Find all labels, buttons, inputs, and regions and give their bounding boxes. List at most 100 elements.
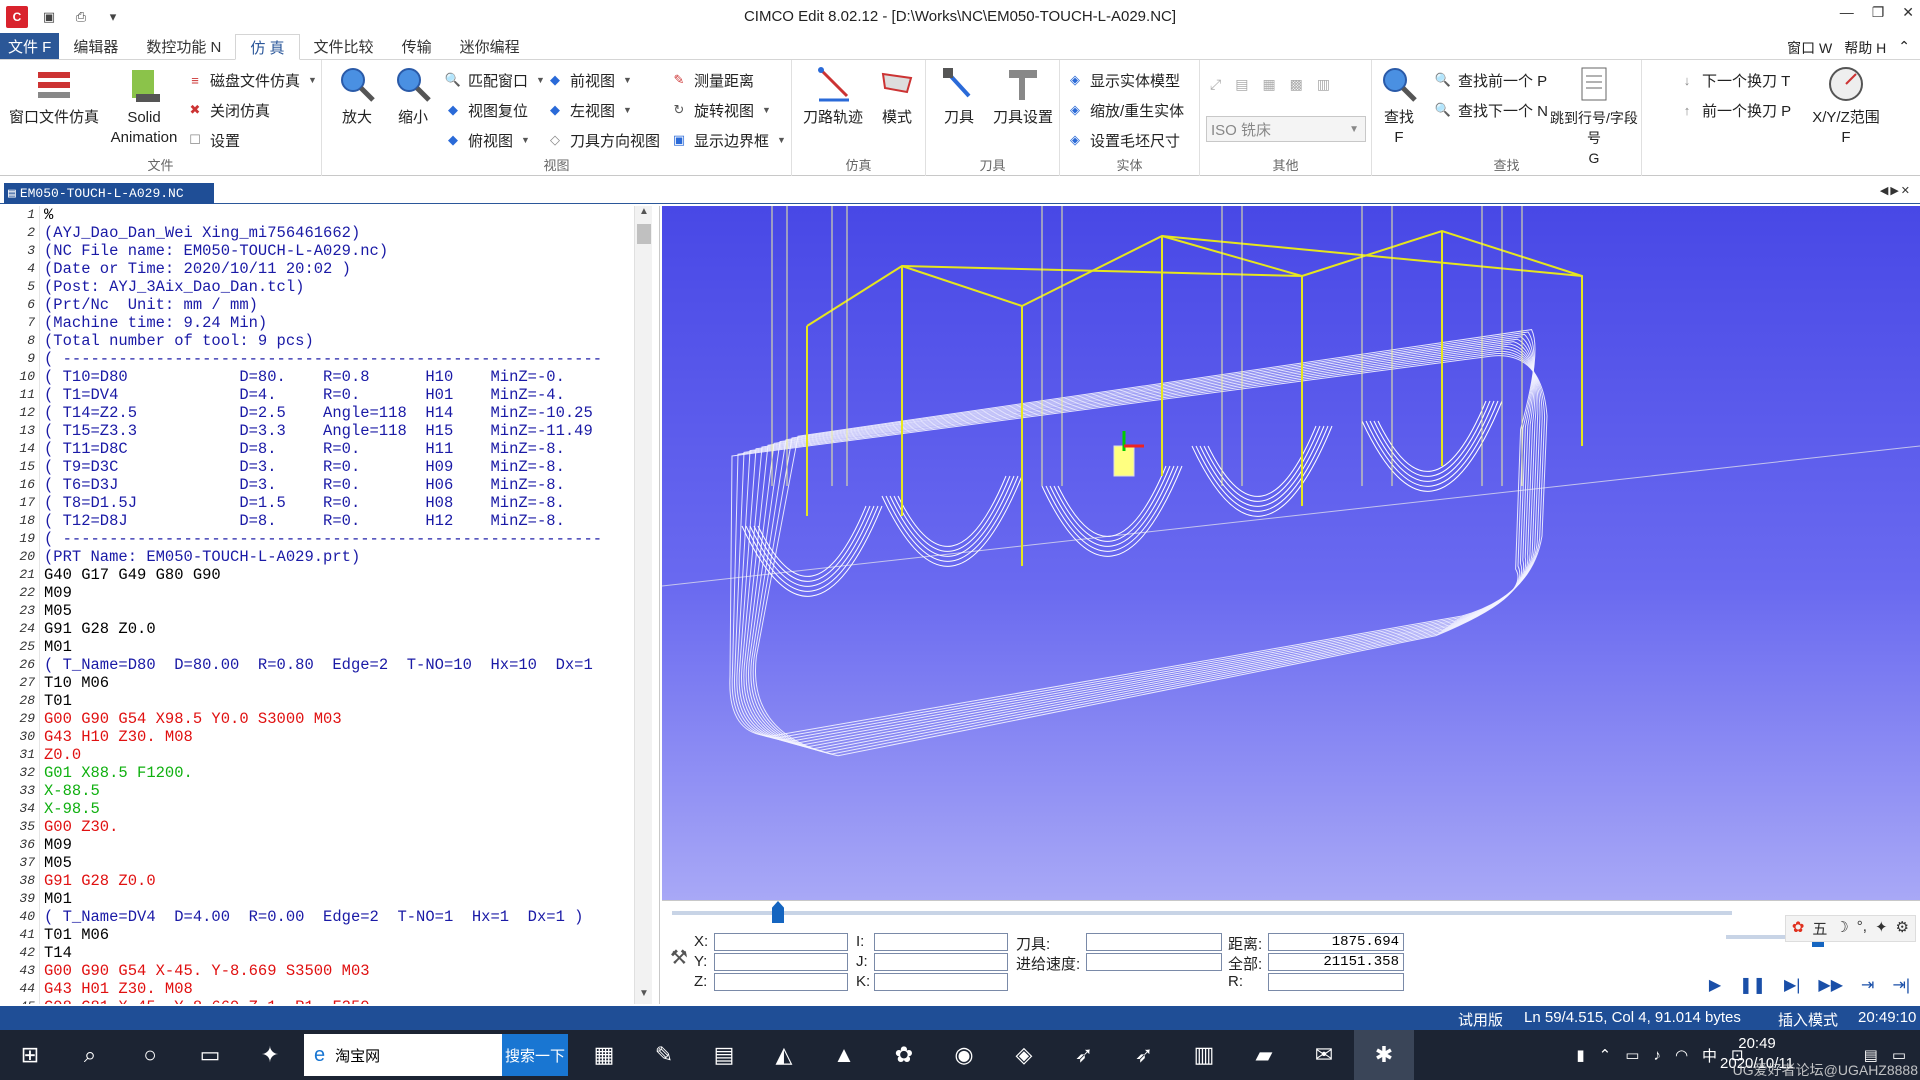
fast-forward-icon[interactable]: ▶▶ bbox=[1818, 975, 1843, 995]
code-line[interactable]: G43 H10 Z30. M08 bbox=[44, 728, 634, 746]
code-line[interactable]: ( T10=D80 D=80. R=0.8 H10 MinZ=-0. bbox=[44, 368, 634, 386]
j-field[interactable] bbox=[874, 953, 1008, 971]
start-windows-icon[interactable]: ⊞ bbox=[0, 1030, 60, 1080]
window-menu[interactable]: 窗口 W bbox=[1787, 38, 1832, 58]
paint-icon[interactable]: ✎ bbox=[634, 1030, 694, 1080]
code-line[interactable]: ( T9=D3C D=3. R=0. H09 MinZ=-8. bbox=[44, 458, 634, 476]
measure-distance-button[interactable]: ✎ 测量距离 bbox=[670, 68, 754, 92]
code-line[interactable]: M05 bbox=[44, 602, 634, 620]
calc2-icon[interactable]: ▤ bbox=[694, 1030, 754, 1080]
code-line[interactable]: M05 bbox=[44, 854, 634, 872]
io-icon[interactable]: ▥ bbox=[1317, 76, 1330, 93]
taskbar-search-button[interactable]: 搜索一下 bbox=[502, 1034, 568, 1076]
print-icon[interactable]: ⎙ bbox=[70, 7, 92, 27]
feed-field[interactable] bbox=[1086, 953, 1222, 971]
settings-button[interactable]: ☐ 设置 bbox=[186, 128, 240, 152]
calculator-icon[interactable]: ▦ bbox=[574, 1030, 634, 1080]
folder-icon[interactable]: ▰ bbox=[1234, 1030, 1294, 1080]
tab-simulation[interactable]: 仿 真 bbox=[235, 34, 300, 60]
tab-nav-arrows[interactable]: ◀▶✕ bbox=[1880, 184, 1912, 197]
code-line[interactable]: Z0.0 bbox=[44, 746, 634, 764]
ime-gear-icon[interactable]: ⚙ bbox=[1896, 918, 1909, 939]
code-line[interactable]: T14 bbox=[44, 944, 634, 962]
network-icon[interactable]: ▭ bbox=[1625, 1046, 1639, 1064]
ribbon-minimize-icon[interactable]: ⌃ bbox=[1898, 38, 1910, 58]
close-button[interactable]: ✕ bbox=[1902, 4, 1914, 21]
step-forward-icon[interactable]: ▶| bbox=[1784, 975, 1800, 995]
cortana-icon[interactable]: ○ bbox=[120, 1030, 180, 1080]
ime-punct-icon[interactable]: °, bbox=[1857, 918, 1867, 939]
code-line[interactable]: T10 M06 bbox=[44, 674, 634, 692]
code-line[interactable]: T01 bbox=[44, 692, 634, 710]
code-line[interactable]: G43 H01 Z30. M08 bbox=[44, 980, 634, 998]
nc-editor[interactable]: 1 2 3 4 5 6 7 8 9 10 11 12 13 14 15 16 17 18 19 20 21 22 23 24 2… bbox=[0, 206, 660, 1004]
view-reset-button[interactable]: ◆ 视图复位 bbox=[444, 98, 528, 122]
z-field[interactable] bbox=[714, 973, 848, 991]
box-icon[interactable]: ▲ bbox=[814, 1030, 874, 1080]
tab-editor[interactable]: 编辑器 bbox=[59, 33, 132, 59]
code-line[interactable]: X-88.5 bbox=[44, 782, 634, 800]
code-line[interactable]: ( T12=D8J D=8. R=0. H12 MinZ=-8. bbox=[44, 512, 634, 530]
chrome-icon[interactable]: ◉ bbox=[934, 1030, 994, 1080]
cad-icon[interactable]: ◭ bbox=[754, 1030, 814, 1080]
jump-line-button[interactable]: 跳到行号/字段号 G bbox=[1546, 64, 1642, 168]
window-file-sim-button[interactable]: 窗口文件仿真 bbox=[6, 64, 102, 128]
find-next-button[interactable]: 🔍 查找下一个 N bbox=[1434, 98, 1548, 122]
tool-direction-view-button[interactable]: ◇ 刀具方向视图 bbox=[546, 128, 660, 152]
code-line[interactable]: % bbox=[44, 206, 634, 224]
code-line[interactable]: (Date or Time: 2020/10/11 20:02 ) bbox=[44, 260, 634, 278]
taskbar-search-box[interactable]: e 淘宝网 bbox=[304, 1034, 502, 1076]
code-line[interactable]: ( --------------------------------------… bbox=[44, 350, 634, 368]
to-end-icon[interactable]: ⇥| bbox=[1892, 975, 1910, 995]
task-view-icon[interactable]: ▭ bbox=[180, 1030, 240, 1080]
xyz-range-button[interactable]: X/Y/Z范围 F bbox=[1796, 64, 1896, 148]
i-field[interactable] bbox=[874, 933, 1008, 951]
sheet-icon[interactable]: ▥ bbox=[1174, 1030, 1234, 1080]
tool-button[interactable]: 刀具 bbox=[934, 64, 984, 128]
code-area[interactable]: % (AYJ_Dao_Dan_Wei Xing_mi756461662) (NC F… bbox=[44, 206, 634, 1004]
distance-field[interactable]: 1875.694 bbox=[1268, 933, 1404, 951]
top-view-button[interactable]: ◆ 俯视图 ▼ bbox=[444, 128, 530, 152]
disk-file-sim-button[interactable]: ≡ 磁盘文件仿真 ▼ bbox=[186, 68, 317, 92]
zoom-in-button[interactable]: 放大 bbox=[334, 64, 380, 128]
sim-progress-track[interactable] bbox=[672, 901, 1732, 923]
code-line[interactable]: (AYJ_Dao_Dan_Wei Xing_mi756461662) bbox=[44, 224, 634, 242]
tool-field[interactable] bbox=[1086, 933, 1222, 951]
code-line[interactable]: M09 bbox=[44, 836, 634, 854]
tool-setup-button[interactable]: 刀具设置 bbox=[988, 64, 1058, 128]
code-line[interactable]: M01 bbox=[44, 890, 634, 908]
stock-size-button[interactable]: ◈ 设置毛坯尺寸 bbox=[1066, 128, 1180, 152]
x-field[interactable] bbox=[714, 933, 848, 951]
volume-icon[interactable]: ♪ bbox=[1653, 1047, 1661, 1064]
machine-icon[interactable]: ▤ bbox=[1235, 76, 1248, 93]
code-line[interactable]: X-98.5 bbox=[44, 800, 634, 818]
tab-transfer[interactable]: 传输 bbox=[388, 33, 446, 59]
code-line[interactable]: G98 G81 X-45. Y-8.669 Z-1. R1. F350. bbox=[44, 998, 634, 1004]
code-line[interactable]: (NC File name: EM050-TOUCH-L-A029.nc) bbox=[44, 242, 634, 260]
y-field[interactable] bbox=[714, 953, 848, 971]
scroll-down-icon[interactable]: ▼ bbox=[635, 988, 653, 1004]
grid-icon[interactable]: ▩ bbox=[1290, 76, 1303, 93]
toolpath-button[interactable]: 刀路轨迹 bbox=[798, 64, 868, 128]
help-menu[interactable]: 帮助 H bbox=[1844, 38, 1886, 58]
simulation-viewport[interactable] bbox=[662, 206, 1920, 900]
tray-chevron-icon[interactable]: ⌃ bbox=[1599, 1046, 1612, 1064]
sim-progress-knob[interactable] bbox=[772, 901, 784, 923]
left-view-button[interactable]: ◆ 左视图 ▼ bbox=[546, 98, 632, 122]
document-tab[interactable]: ▤ EM050-TOUCH-L-A029.NC bbox=[4, 183, 214, 204]
wechat-icon[interactable]: ✉ bbox=[1294, 1030, 1354, 1080]
code-line[interactable]: T01 M06 bbox=[44, 926, 634, 944]
find-button[interactable]: 查找 F bbox=[1374, 64, 1424, 148]
code-line[interactable]: ( T14=Z2.5 D=2.5 Angle=118 H14 MinZ=-10.… bbox=[44, 404, 634, 422]
bird2-icon[interactable]: ➶ bbox=[1114, 1030, 1174, 1080]
front-view-button[interactable]: ◆ 前视图 ▼ bbox=[546, 68, 632, 92]
wifi-icon[interactable]: ◠ bbox=[1675, 1046, 1688, 1064]
code-line[interactable]: ( --------------------------------------… bbox=[44, 530, 634, 548]
tab-nc-functions[interactable]: 数控功能 N bbox=[132, 33, 235, 59]
save-icon[interactable]: ▣ bbox=[38, 7, 60, 27]
code-line[interactable]: G91 G28 Z0.0 bbox=[44, 872, 634, 890]
fit-window-button[interactable]: 🔍 匹配窗口 ▼ bbox=[444, 68, 545, 92]
ime-lang[interactable]: 中 bbox=[1702, 1045, 1717, 1066]
play-icon[interactable]: ▶ bbox=[1709, 975, 1721, 995]
skip-tool-icon[interactable]: ⇥ bbox=[1861, 975, 1874, 995]
